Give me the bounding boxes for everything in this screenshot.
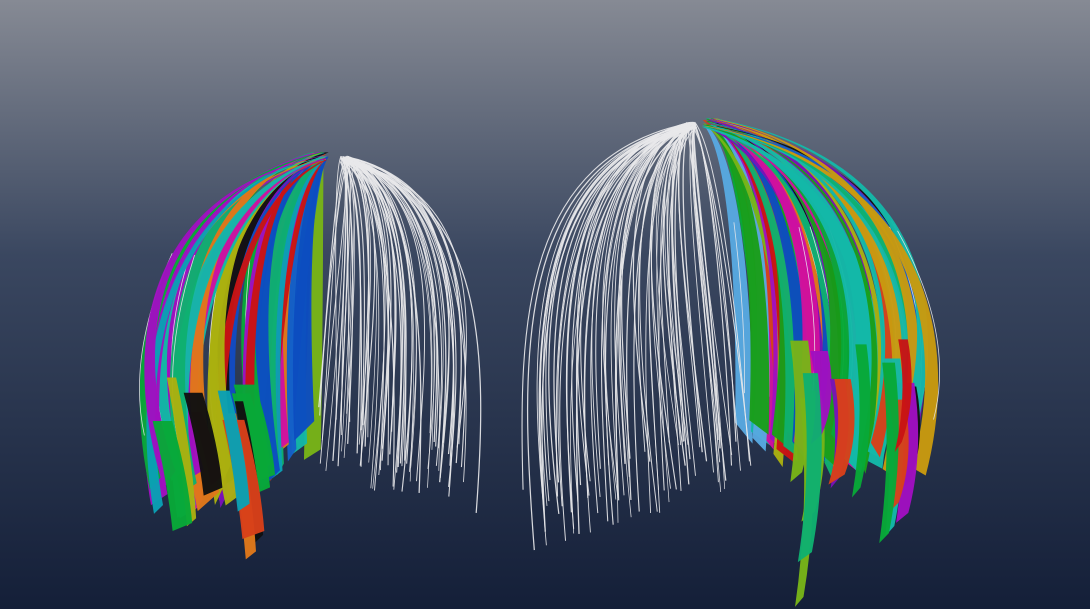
hair-render-scene — [0, 0, 1090, 609]
3d-viewport[interactable] — [0, 0, 1090, 609]
